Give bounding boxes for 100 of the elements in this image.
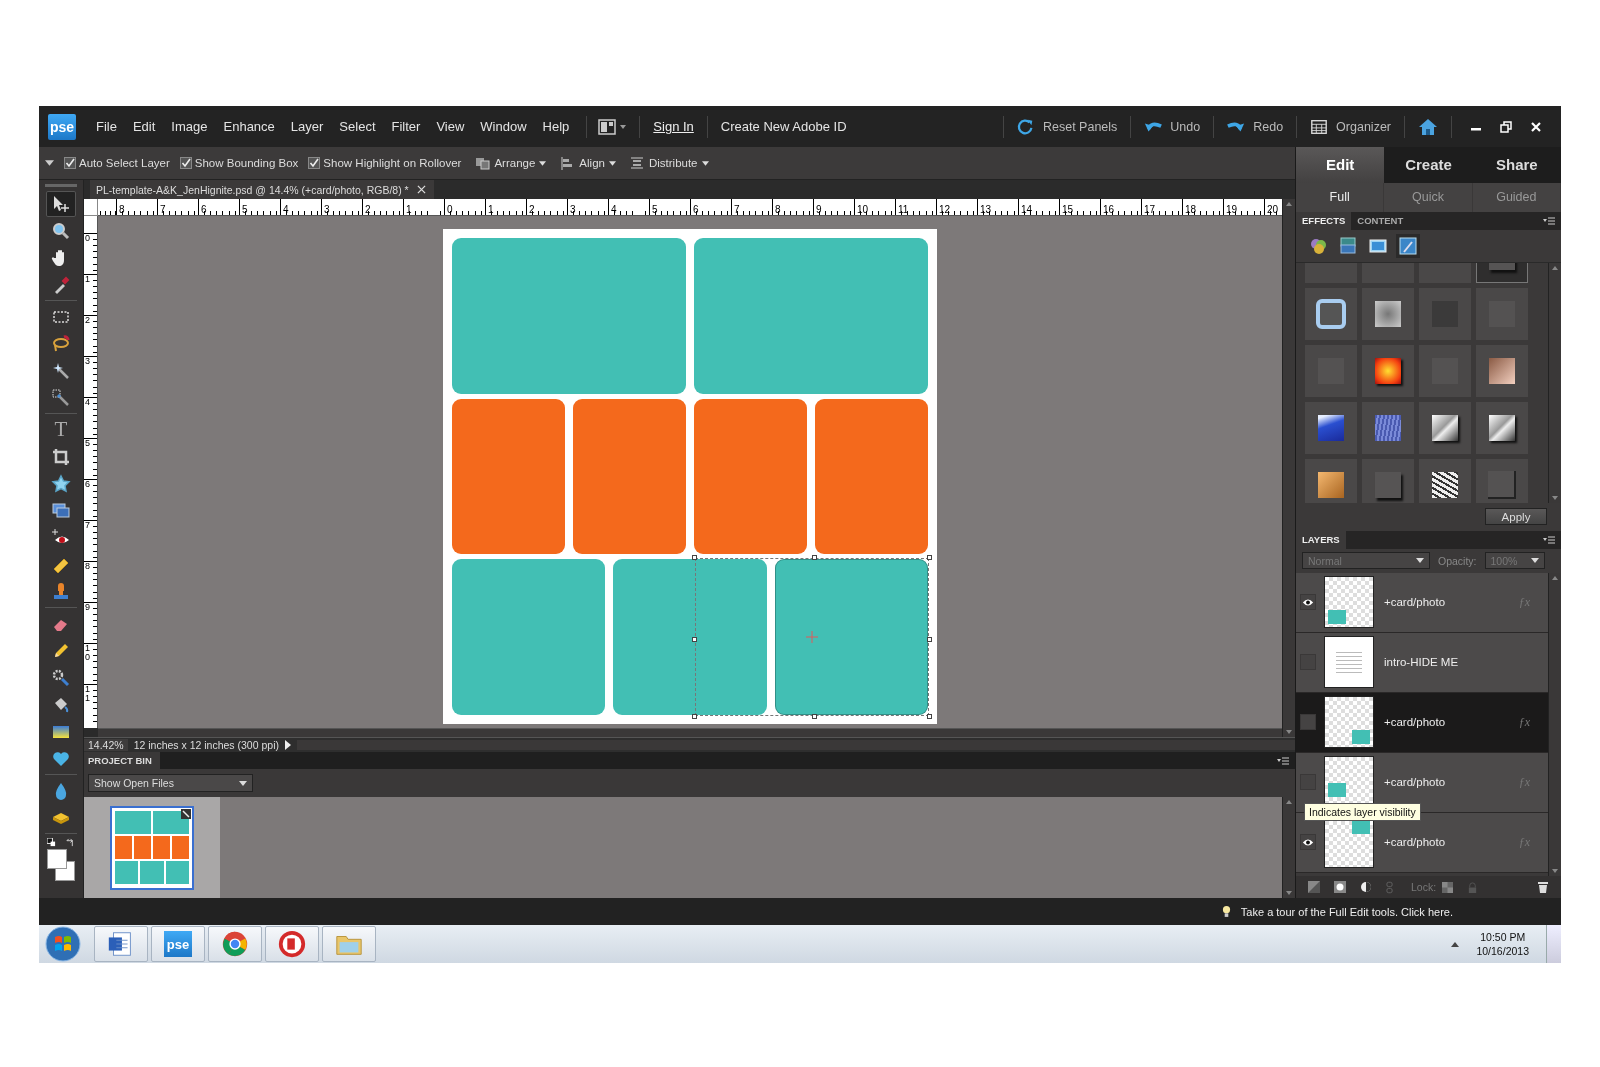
option-checkbox[interactable]: Auto Select Layer: [64, 157, 170, 169]
effect-thumbnail[interactable]: [1362, 401, 1414, 454]
redo-button[interactable]: Redo: [1223, 117, 1288, 136]
panel-menu-icon[interactable]: [1277, 756, 1289, 765]
bounding-box[interactable]: [691, 555, 932, 719]
create-adobe-id-link[interactable]: Create New Adobe ID: [716, 119, 851, 134]
effect-thumbnail[interactable]: [1362, 287, 1414, 340]
option-checkbox[interactable]: Show Highlight on Rollover: [308, 157, 462, 169]
vertical-scrollbar[interactable]: [1548, 262, 1561, 503]
scroll-up-icon[interactable]: [1286, 202, 1292, 206]
horizontal-scrollbar[interactable]: [98, 728, 1282, 737]
menu-item[interactable]: Window: [472, 119, 535, 134]
tool-button[interactable]: T: [46, 416, 76, 443]
option-checkbox[interactable]: Show Bounding Box: [179, 157, 299, 169]
scroll-up-icon[interactable]: [1552, 265, 1558, 270]
edit-mode-tab[interactable]: Quick: [1384, 182, 1473, 212]
undo-button[interactable]: Undo: [1140, 117, 1205, 136]
tip-link[interactable]: Take a tour of the Full Edit tools. Click here.: [1240, 905, 1453, 918]
frame-effect-thumbnail[interactable]: [1305, 287, 1357, 340]
scroll-down-icon[interactable]: [1286, 891, 1292, 895]
effect-thumbnail[interactable]: [1476, 458, 1528, 503]
play-arrow-icon[interactable]: [284, 740, 291, 750]
color-swatches[interactable]: [45, 849, 77, 881]
ruler-number: 2: [84, 316, 91, 325]
panel-tab[interactable]: CONTENT: [1351, 211, 1410, 230]
align-menu-button[interactable]: Align: [560, 155, 616, 171]
show-hidden-icons-icon[interactable]: [1451, 941, 1460, 947]
effects-mark: ƒx: [1518, 714, 1530, 730]
menu-item[interactable]: Enhance: [215, 119, 283, 134]
menu-item[interactable]: Layer: [282, 119, 332, 134]
horizontal-scrollbar[interactable]: [296, 740, 1295, 750]
effect-thumbnail[interactable]: [1305, 401, 1357, 454]
effect-thumbnail[interactable]: [1476, 287, 1528, 340]
effect-thumbnail[interactable]: [1419, 344, 1471, 397]
panel-menu-icon[interactable]: [1543, 535, 1555, 544]
document-tab[interactable]: PL-template-A&K_JenHignite.psd @ 14.4% (+card/photo, RGB/8) *: [90, 180, 434, 199]
home-icon[interactable]: [1418, 116, 1438, 137]
effect-thumbnail[interactable]: [1419, 458, 1471, 503]
file-thumbnail[interactable]: [110, 805, 194, 890]
edit-mode-tab[interactable]: Guided: [1472, 182, 1561, 212]
organizer-button[interactable]: Organizer: [1306, 117, 1395, 136]
default-colors-icon[interactable]: [47, 838, 56, 847]
effect-thumbnail[interactable]: [1476, 401, 1528, 454]
show-files-dropdown[interactable]: Show Open Files: [88, 774, 253, 792]
mode-tab[interactable]: Create: [1384, 147, 1473, 183]
ruler-number: 7: [733, 204, 740, 215]
checkmark-icon: [180, 158, 191, 168]
glow-effect-thumbnail[interactable]: [1362, 344, 1414, 397]
layer-thumbnail: [1324, 576, 1374, 629]
scroll-up-icon[interactable]: [1552, 575, 1558, 580]
type-tool-icon: T: [54, 419, 68, 440]
mode-tab[interactable]: Edit: [1296, 147, 1385, 183]
effects-icon[interactable]: [1396, 233, 1420, 258]
effect-thumbnail[interactable]: [1305, 458, 1357, 503]
taskbar-button[interactable]: [265, 926, 319, 962]
lock-pixels-icon[interactable]: [1442, 881, 1454, 893]
close-icon[interactable]: [416, 185, 426, 194]
effect-thumbnail[interactable]: [1476, 344, 1528, 397]
apply-button[interactable]: Apply: [1485, 508, 1547, 526]
effect-thumbnail[interactable]: [1419, 401, 1471, 454]
menu-item[interactable]: Filter: [383, 119, 429, 134]
panel-menu-icon[interactable]: [1543, 216, 1555, 225]
adjustment-layer-icon[interactable]: [1360, 881, 1372, 893]
menu-item[interactable]: Select: [331, 119, 384, 134]
scroll-down-icon[interactable]: [1552, 495, 1558, 500]
sign-in-link[interactable]: Sign In: [649, 119, 698, 134]
menu-item[interactable]: File: [88, 119, 125, 134]
start-button[interactable]: [45, 926, 81, 962]
menu-item[interactable]: Help: [534, 119, 578, 134]
workspace-layout-icon[interactable]: [598, 118, 629, 135]
menu-item[interactable]: Edit: [124, 119, 164, 134]
effect-thumbnail[interactable]: [1362, 458, 1414, 503]
vertical-scrollbar[interactable]: [1282, 199, 1295, 737]
vertical-scrollbar[interactable]: [1282, 797, 1295, 898]
project-bin-tab[interactable]: PROJECT BIN: [84, 752, 160, 769]
taskbar-button[interactable]: [208, 926, 262, 962]
caret-icon: [608, 160, 616, 166]
taskbar-button[interactable]: [94, 926, 148, 962]
ruler-number: 4: [84, 398, 91, 407]
effect-thumbnail[interactable]: [1305, 344, 1357, 397]
trash-icon[interactable]: [1537, 881, 1549, 893]
swap-colors-icon[interactable]: [66, 838, 75, 847]
layer-mask-icon[interactable]: [1334, 881, 1346, 893]
scroll-down-icon[interactable]: [1552, 869, 1558, 874]
arrange-menu-button[interactable]: Arrange: [475, 155, 547, 171]
restore-icon[interactable]: [1500, 120, 1512, 133]
menu-item[interactable]: Image: [163, 119, 216, 134]
reset-button[interactable]: Reset Panels: [1012, 117, 1122, 136]
arrange-icon: [475, 155, 491, 171]
mode-tab[interactable]: Share: [1472, 147, 1561, 183]
collapse-icon[interactable]: [45, 160, 54, 166]
zoom-field[interactable]: 14.42%: [84, 739, 128, 751]
distribute-menu-button[interactable]: Distribute: [629, 155, 709, 171]
tool-button[interactable]: [46, 190, 76, 217]
vertical-scrollbar[interactable]: [1548, 572, 1561, 877]
edit-mode-tab[interactable]: Full: [1296, 182, 1385, 212]
scroll-up-icon[interactable]: [1286, 800, 1292, 804]
menu-item[interactable]: View: [428, 119, 473, 134]
chrome-icon: [220, 929, 250, 959]
scroll-down-icon[interactable]: [1286, 730, 1292, 734]
